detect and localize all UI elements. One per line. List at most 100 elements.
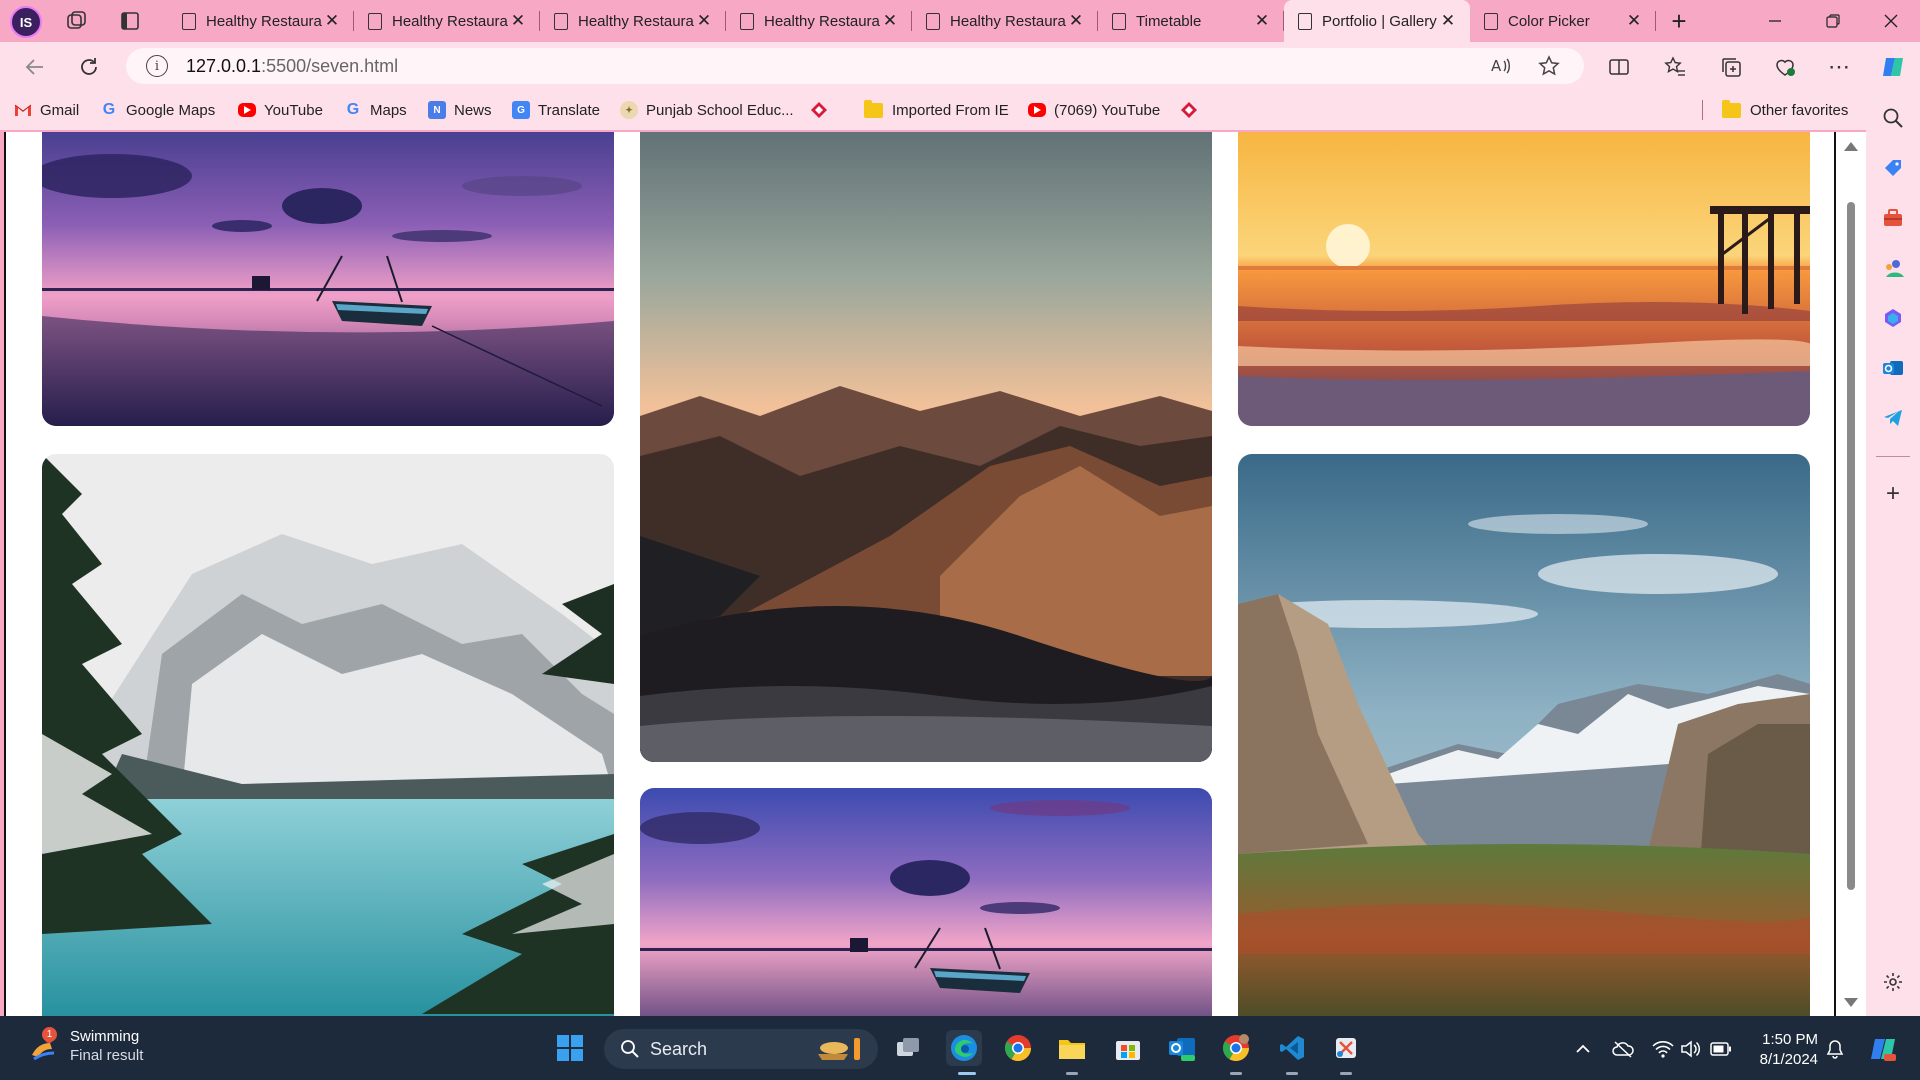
microsoft-store-icon[interactable] <box>1110 1030 1146 1066</box>
bookmark-label: Gmail <box>40 101 80 119</box>
url-path: :5500/seven.html <box>261 55 399 76</box>
edge-taskbar-icon[interactable] <box>946 1030 982 1066</box>
photo-yosemite-valley[interactable] <box>1238 454 1810 1016</box>
shopping-tag-icon[interactable] <box>1879 154 1907 182</box>
tab-actions-icon[interactable] <box>118 9 142 33</box>
start-button[interactable] <box>552 1030 588 1066</box>
back-button[interactable] <box>20 52 50 82</box>
search-icon[interactable] <box>1879 104 1907 132</box>
bookmarks-bar: Gmail G Google Maps YouTube G Maps N New… <box>0 90 1920 130</box>
swimming-icon: 1 <box>28 1027 58 1061</box>
close-icon[interactable]: ✕ <box>322 11 342 31</box>
photo-sunset-boat-lake[interactable] <box>42 132 614 426</box>
bookmark-diamond-1[interactable] <box>810 98 836 122</box>
bookmark-diamond-2[interactable] <box>1180 98 1206 122</box>
close-icon[interactable]: ✕ <box>1624 11 1644 31</box>
photo-sunset-boat-lake-2[interactable] <box>640 788 1212 1016</box>
close-icon[interactable]: ✕ <box>1438 11 1458 31</box>
scrollbar-thumb[interactable] <box>1847 202 1855 890</box>
bookmark-punjab-school[interactable]: ✦ Punjab School Educ... <box>620 98 794 122</box>
photo-beach-sunset-pier[interactable] <box>1238 132 1810 426</box>
collections-icon[interactable] <box>1716 52 1746 82</box>
close-icon[interactable]: ✕ <box>1066 11 1086 31</box>
notifications-bell-icon[interactable] <box>1824 1038 1846 1060</box>
outlook-new-icon[interactable] <box>1164 1030 1200 1066</box>
bookmark-youtube-7069[interactable]: (7069) YouTube <box>1028 98 1160 122</box>
page-icon <box>182 12 196 30</box>
show-hidden-icons-chevron-icon[interactable] <box>1572 1038 1594 1060</box>
photo-snowy-mountain-lake[interactable] <box>42 454 614 1016</box>
copilot-icon[interactable] <box>1878 52 1908 82</box>
scroll-down-arrow-icon[interactable] <box>1844 998 1858 1007</box>
outlook-icon[interactable] <box>1879 354 1907 382</box>
notification-badge: 1 <box>42 1027 57 1042</box>
system-clock[interactable]: 1:50 PM 8/1/2024 <box>1750 1030 1818 1070</box>
file-explorer-icon[interactable] <box>1054 1030 1090 1066</box>
url-text[interactable]: 127.0.0.1:5500/seven.html <box>186 56 398 77</box>
page-scrollbar[interactable] <box>1836 132 1866 1016</box>
tab-healthy-restaurant-2[interactable]: Healthy Restaurant ✕ <box>354 0 540 42</box>
bookmark-google-maps[interactable]: G Google Maps <box>100 98 215 122</box>
profile-avatar[interactable]: IS <box>10 6 42 38</box>
widgets-news[interactable]: 1 Swimming Final result <box>28 1027 143 1064</box>
new-tab-button[interactable]: + <box>1664 6 1694 36</box>
close-icon[interactable]: ✕ <box>694 11 714 31</box>
tab-portfolio-gallery[interactable]: Portfolio | Gallery ✕ <box>1284 0 1470 42</box>
bookmark-maps[interactable]: G Maps <box>344 98 407 122</box>
tab-healthy-restaurant-4[interactable]: Healthy Restaurant ✕ <box>726 0 912 42</box>
favorites-icon[interactable] <box>1660 52 1690 82</box>
tab-timetable[interactable]: Timetable ✕ <box>1098 0 1284 42</box>
clock-time: 1:50 PM <box>1762 1031 1818 1048</box>
task-view-icon[interactable] <box>890 1030 926 1066</box>
bookmark-youtube[interactable]: YouTube <box>238 98 323 122</box>
bookmark-other-favorites[interactable]: Other favorites <box>1722 98 1848 122</box>
photo-mountain-range-dusk[interactable] <box>640 132 1212 762</box>
add-sidebar-app-icon[interactable]: + <box>1879 480 1907 508</box>
close-icon[interactable]: ✕ <box>880 11 900 31</box>
onedrive-offline-icon[interactable] <box>1612 1038 1634 1060</box>
chrome-profile-icon[interactable] <box>1218 1030 1254 1066</box>
minimize-button[interactable] <box>1746 0 1804 42</box>
games-icon[interactable] <box>1879 254 1907 282</box>
sidebar-settings-icon[interactable] <box>1879 968 1907 996</box>
wifi-icon[interactable] <box>1652 1038 1674 1060</box>
split-screen-icon[interactable] <box>1604 52 1634 82</box>
vscode-icon[interactable] <box>1274 1030 1310 1066</box>
scroll-up-arrow-icon[interactable] <box>1844 142 1858 151</box>
chrome-running-indicator <box>1230 1072 1242 1075</box>
tab-healthy-restaurant-5[interactable]: Healthy Restaurant ✕ <box>912 0 1098 42</box>
read-aloud-icon[interactable]: A <box>1486 51 1516 81</box>
vscode-running-indicator <box>1286 1072 1298 1075</box>
bookmark-news[interactable]: N News <box>428 98 492 122</box>
tab-color-picker[interactable]: Color Picker ✕ <box>1470 0 1656 42</box>
site-info-icon[interactable]: i <box>146 55 168 77</box>
close-icon[interactable]: ✕ <box>508 11 528 31</box>
refresh-button[interactable] <box>74 52 104 82</box>
close-window-button[interactable] <box>1862 0 1920 42</box>
bookmark-gmail[interactable]: Gmail <box>14 98 79 122</box>
search-highlight-icon <box>818 1038 860 1060</box>
close-icon[interactable]: ✕ <box>1252 11 1272 31</box>
volume-icon[interactable] <box>1680 1038 1702 1060</box>
browser-essentials-icon[interactable] <box>1770 52 1800 82</box>
tab-healthy-restaurant-1[interactable]: Healthy Restaurant ✕ <box>168 0 354 42</box>
microsoft-365-icon[interactable] <box>1879 304 1907 332</box>
more-menu-icon[interactable]: ⋯ <box>1824 52 1854 82</box>
battery-icon[interactable] <box>1710 1038 1732 1060</box>
windows-taskbar: 1 Swimming Final result Search 1:50 PM 8… <box>0 1016 1920 1080</box>
favorite-star-icon[interactable] <box>1534 51 1564 81</box>
taskbar-search[interactable]: Search <box>604 1029 878 1069</box>
restore-button[interactable] <box>1804 0 1862 42</box>
copilot-taskbar-icon[interactable] <box>1868 1034 1898 1064</box>
page-icon <box>1298 12 1312 30</box>
send-telegram-icon[interactable] <box>1879 404 1907 432</box>
tab-healthy-restaurant-3[interactable]: Healthy Restaurant ✕ <box>540 0 726 42</box>
address-bar[interactable]: i 127.0.0.1:5500/seven.html A <box>126 48 1584 84</box>
snipping-tool-icon[interactable] <box>1328 1030 1364 1066</box>
workspaces-icon[interactable] <box>64 9 88 33</box>
tools-icon[interactable] <box>1879 204 1907 232</box>
edge-active-indicator <box>958 1072 976 1075</box>
bookmark-translate[interactable]: G Translate <box>512 98 600 122</box>
chrome-icon[interactable] <box>1000 1030 1036 1066</box>
bookmark-imported-from-ie[interactable]: Imported From IE <box>864 98 1009 122</box>
